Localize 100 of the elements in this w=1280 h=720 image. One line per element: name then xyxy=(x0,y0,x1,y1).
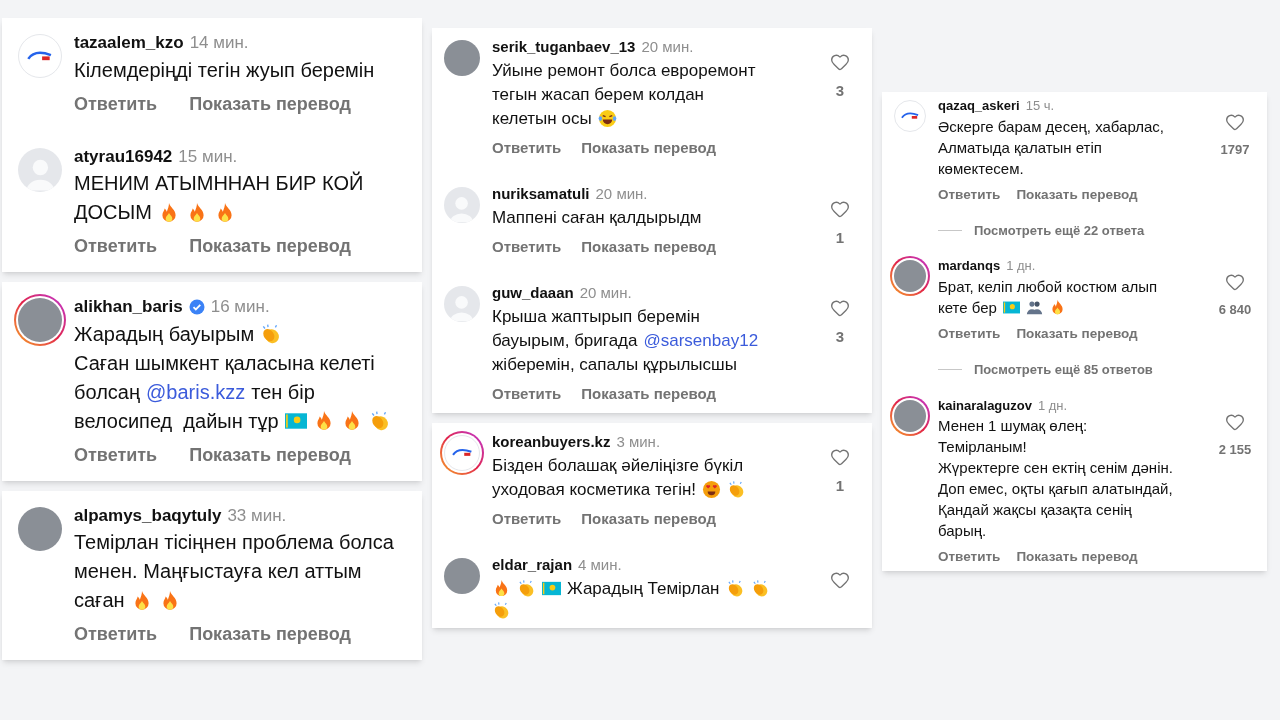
person-silhouette-icon xyxy=(449,293,475,322)
reply-button[interactable]: Ответить xyxy=(74,621,158,648)
comment-text: Темірланым! xyxy=(938,437,1027,457)
heart-icon[interactable] xyxy=(830,298,850,318)
reply-button[interactable]: Ответить xyxy=(938,184,1001,205)
translate-button[interactable]: Показать перевод xyxy=(581,235,717,258)
comment-text: кете бер xyxy=(938,297,997,318)
translate-button[interactable]: Показать перевод xyxy=(1016,323,1138,344)
comment-text: ДОСЫМ xyxy=(74,200,152,225)
translate-button[interactable]: Показать перевод xyxy=(189,441,351,469)
comment-text: бауырым, бригада xyxy=(492,329,638,352)
comment-text: уходовая косметика тегін! xyxy=(492,478,697,501)
comment-time: 15 мин. xyxy=(178,145,238,168)
comment-text: Крыша жаптырып беремін xyxy=(492,305,700,328)
translate-button[interactable]: Показать перевод xyxy=(581,507,717,530)
heart-eyes-face-icon xyxy=(702,480,722,499)
comment-text: болсаң xyxy=(74,379,140,405)
username[interactable]: nuriksamatuli xyxy=(492,183,590,206)
comment-text: Алматыда қалатын етіп xyxy=(938,137,1102,158)
photo-placeholder[interactable] xyxy=(18,506,62,551)
reply-button[interactable]: Ответить xyxy=(74,441,158,469)
translate-button[interactable]: Показать перевод xyxy=(1016,184,1138,205)
comment-text: Маппені саған қалдырыдм xyxy=(492,206,702,229)
username[interactable]: alpamys_baqytuly xyxy=(74,502,222,528)
clapping-hands-icon xyxy=(517,579,536,598)
reply-button[interactable]: Ответить xyxy=(492,507,562,530)
person-silhouette-icon xyxy=(449,194,475,223)
comment-time: 20 мин. xyxy=(641,37,694,57)
reply-button[interactable]: Ответить xyxy=(938,323,1001,344)
heart-icon[interactable] xyxy=(830,52,850,72)
reply-button[interactable]: Ответить xyxy=(492,382,562,405)
username[interactable]: atyrau16942 xyxy=(74,143,173,169)
heart-icon[interactable] xyxy=(830,199,850,219)
username[interactable]: guw_daaan xyxy=(492,282,574,305)
heart-icon[interactable] xyxy=(830,447,850,467)
username[interactable]: tazaalem_kzo xyxy=(74,30,184,56)
comment-time: 14 мин. xyxy=(189,32,249,54)
reply-button[interactable]: Ответить xyxy=(74,90,158,118)
like-count: 6 840 xyxy=(1218,301,1252,320)
comment-text: велосипед дайын тұр xyxy=(74,408,279,434)
flag-icon xyxy=(542,579,561,598)
view-replies-button[interactable]: Посмотреть ещё 22 ответа xyxy=(974,220,1145,241)
photo-placeholder[interactable] xyxy=(444,558,480,594)
translate-button[interactable]: Показать перевод xyxy=(1016,547,1138,568)
like-count: 3 xyxy=(835,81,845,101)
comment-text: Темірлан тісіңнен проблема болса xyxy=(74,530,394,555)
reply-button[interactable]: Ответить xyxy=(492,136,562,159)
comment-text: саған xyxy=(74,588,125,613)
comment-text: келетын осы xyxy=(492,107,592,130)
comment-text: көмектесем. xyxy=(938,158,1024,179)
comment-text: Кілемдеріңді тегін жуып беремін xyxy=(74,57,375,83)
logo-avatar[interactable] xyxy=(18,34,62,78)
translate-button[interactable]: Показать перевод xyxy=(581,136,717,159)
comment-text: менен. Маңғыстауға кел аттым xyxy=(74,559,362,584)
heart-icon[interactable] xyxy=(830,570,850,590)
comment-time: 4 мин. xyxy=(578,555,622,575)
like-count: 1 xyxy=(835,228,845,248)
logo-avatar[interactable] xyxy=(894,100,926,132)
comment-text: Уйыне ремонт болса евроремонт xyxy=(492,59,756,82)
reply-button[interactable]: Ответить xyxy=(492,235,562,258)
mention-link[interactable]: @baris.kzz xyxy=(146,377,246,407)
comment-text: Жарадың бауырым xyxy=(74,321,255,347)
username[interactable]: koreanbuyers.kz xyxy=(492,431,611,454)
username[interactable]: serik_tuganbaev_13 xyxy=(492,36,636,59)
view-replies-button[interactable]: Посмотреть ещё 85 ответов xyxy=(974,360,1153,380)
comment-text: тегын жасап берем колдан xyxy=(492,83,704,106)
like-count: 1 xyxy=(835,476,845,496)
like-count: 2 155 xyxy=(1218,440,1252,459)
comment-time: 3 мин. xyxy=(616,432,661,452)
comment-time: 16 мин. xyxy=(210,296,270,318)
translate-button[interactable]: Показать перевод xyxy=(581,382,717,405)
comment-text: Бізден болашақ әйеліңізге бүкіл xyxy=(492,454,744,477)
comment-text: Жарадың Темірлан xyxy=(567,577,720,600)
comment-text: Брат, келіп любой костюм алып xyxy=(938,276,1158,297)
comment-time: 20 мин. xyxy=(579,283,632,303)
username[interactable]: eldar_rajan xyxy=(492,554,573,577)
comment-text: Әскерге барам десең, хабарлас, xyxy=(938,116,1165,137)
heart-icon[interactable] xyxy=(1225,112,1245,132)
comment-text: Жүректерге сен ектің сенім дәнін. xyxy=(938,458,1173,478)
comment-text: жіберемін, сапалы құрылысшы xyxy=(492,353,737,376)
reply-button[interactable]: Ответить xyxy=(74,233,158,260)
comment-time: 1 дн. xyxy=(1006,257,1036,276)
reply-button[interactable]: Ответить xyxy=(938,547,1001,568)
comment-time: 1 дн. xyxy=(1037,396,1068,415)
like-count: 3 xyxy=(835,327,845,347)
heart-icon[interactable] xyxy=(1225,272,1245,293)
comment-time: 20 мин. xyxy=(595,184,648,204)
username[interactable]: kainaralaguzov xyxy=(938,395,1032,415)
photo-placeholder[interactable] xyxy=(444,40,480,76)
comment-time: 33 мин. xyxy=(227,504,287,527)
translate-button[interactable]: Показать перевод xyxy=(189,621,351,648)
translate-button[interactable]: Показать перевод xyxy=(189,90,351,118)
username[interactable]: mardanqs xyxy=(938,256,1001,276)
comment-time: 15 ч. xyxy=(1025,97,1055,115)
translate-button[interactable]: Показать перевод xyxy=(189,233,351,260)
username[interactable]: qazaq_askeri xyxy=(938,96,1020,116)
mention-link[interactable]: @sarsenbay12 xyxy=(643,328,759,353)
like-count: 1797 xyxy=(1220,141,1250,159)
comment-text: Қандай жақсы қазақта сенің xyxy=(938,500,1132,520)
username[interactable]: alikhan_baris xyxy=(74,294,183,320)
